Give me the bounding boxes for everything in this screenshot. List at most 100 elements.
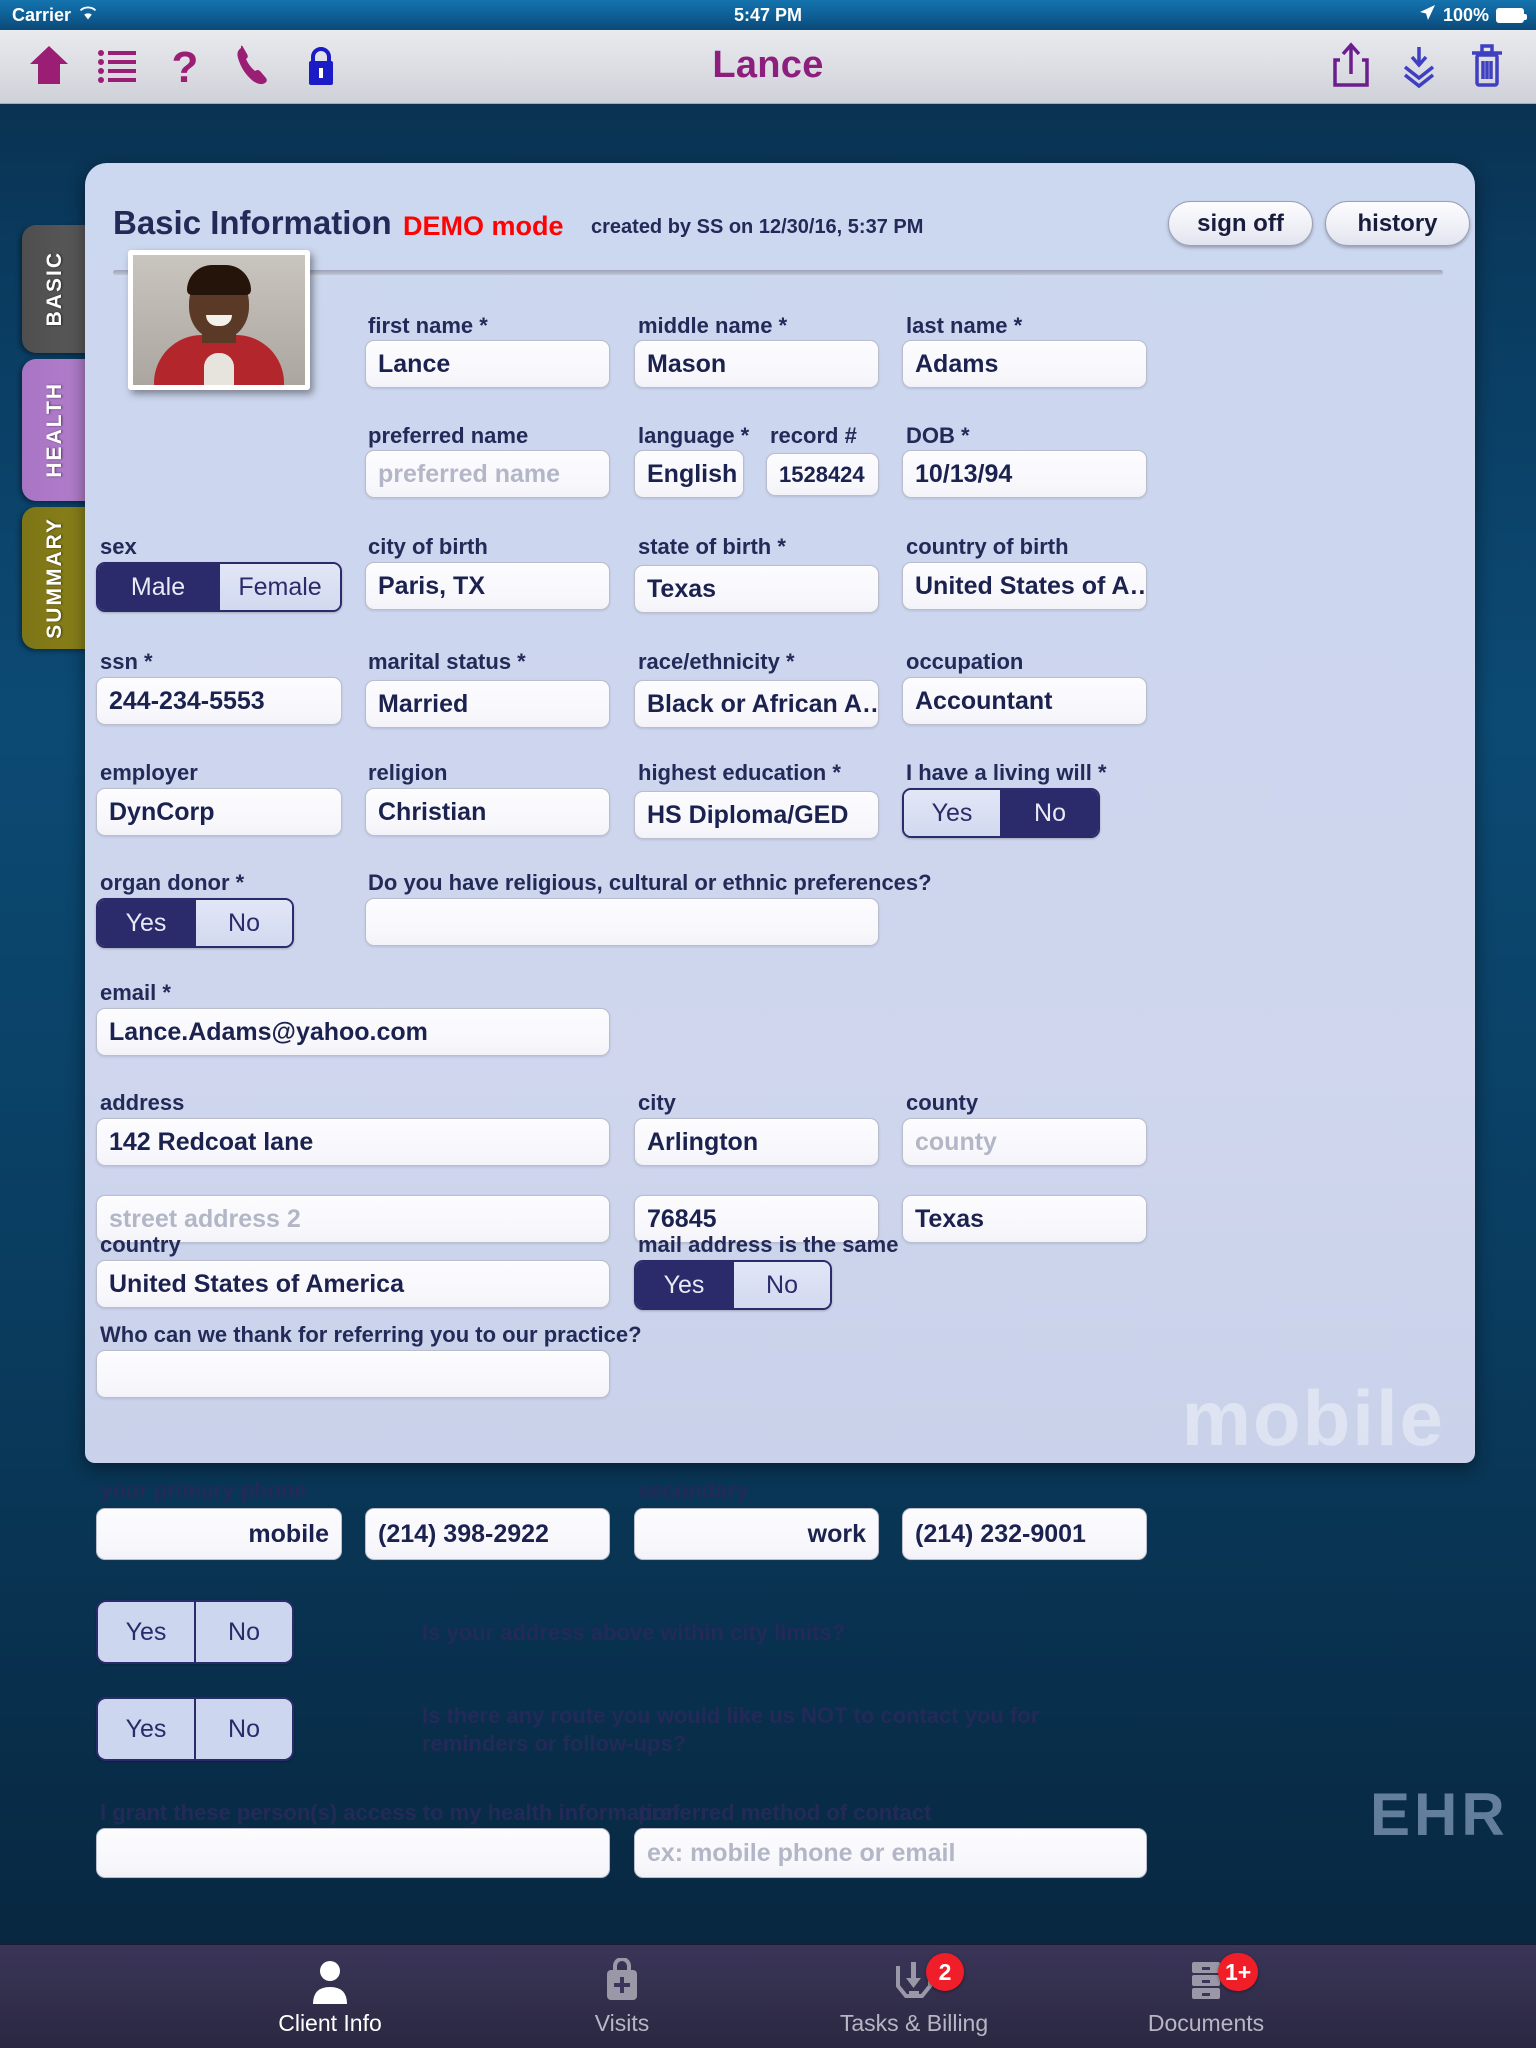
tab-tasks-billing[interactable]: 2 Tasks & Billing: [814, 1953, 1014, 2037]
header-divider: [113, 270, 1443, 275]
page-title: Basic Information: [113, 204, 392, 241]
preferred-contact-input[interactable]: ex: mobile phone or email: [634, 1828, 1147, 1878]
sex-option-female[interactable]: Female: [218, 564, 340, 610]
state-of-birth-input[interactable]: Texas: [634, 565, 879, 613]
card-header: Basic Information DEMO mode created by S…: [113, 201, 1470, 261]
country-of-birth-input[interactable]: United States of A…: [902, 562, 1147, 610]
ssn-input[interactable]: 244-234-5553: [96, 677, 342, 725]
employer-input[interactable]: DynCorp: [96, 788, 342, 836]
mail-address-same-segmented-control[interactable]: Yes No: [634, 1260, 832, 1310]
dob-input[interactable]: 10/13/94: [902, 450, 1147, 498]
sidebar-item-summary[interactable]: SUMMARY: [22, 507, 88, 649]
mail-same-option-yes[interactable]: Yes: [636, 1262, 732, 1308]
organ-donor-option-yes[interactable]: Yes: [98, 900, 194, 946]
tab-documents[interactable]: 1+ Documents: [1106, 1953, 1306, 2037]
address-input[interactable]: 142 Redcoat lane: [96, 1118, 610, 1166]
mail-address-same-label: mail address is the same: [638, 1232, 899, 1257]
religion-input[interactable]: Christian: [365, 788, 610, 836]
city-limits-option-no[interactable]: No: [194, 1602, 292, 1662]
primary-phone-type-input[interactable]: mobile: [96, 1508, 342, 1560]
sidebar-item-basic[interactable]: BASIC: [22, 225, 88, 353]
city-limits-segmented-control[interactable]: Yes No: [96, 1600, 294, 1664]
tab-visits[interactable]: Visits: [522, 1957, 722, 2037]
primary-phone-number-input[interactable]: (214) 398-2922: [365, 1508, 610, 1560]
marital-status-label: marital status *: [368, 649, 526, 674]
occupation-input[interactable]: Accountant: [902, 677, 1147, 725]
first-name-label: first name *: [368, 313, 488, 338]
nav-bar: ? Lance: [0, 30, 1536, 104]
county-input[interactable]: county: [902, 1118, 1147, 1166]
nav-bar-right-icons: [1328, 40, 1510, 90]
city-input[interactable]: Arlington: [634, 1118, 879, 1166]
sidebar-item-basic-label: BASIC: [43, 251, 66, 327]
email-label: email *: [100, 980, 171, 1005]
side-tab-strip: BASIC HEALTH SUMMARY: [22, 225, 92, 655]
ipad-screen: Carrier 5:47 PM 100% ? Lance BASIC HEALT…: [0, 0, 1536, 2048]
city-limits-option-yes[interactable]: Yes: [98, 1602, 194, 1662]
secondary-phone-number-input[interactable]: (214) 232-9001: [902, 1508, 1147, 1560]
no-contact-option-yes[interactable]: Yes: [98, 1699, 194, 1759]
sign-off-button[interactable]: sign off: [1168, 201, 1313, 246]
ssn-label: ssn *: [100, 649, 153, 674]
living-will-option-yes[interactable]: Yes: [904, 790, 1000, 836]
religion-label: religion: [368, 760, 448, 785]
country-input[interactable]: United States of America: [96, 1260, 610, 1308]
highest-education-input[interactable]: HS Diploma/GED: [634, 791, 879, 839]
living-will-segmented-control[interactable]: Yes No: [902, 788, 1100, 838]
tab-documents-label: Documents: [1147, 2010, 1265, 2036]
city-limits-question-label: Is your address above within city limits…: [422, 1620, 846, 1645]
preferred-name-label: preferred name: [368, 423, 529, 448]
sex-option-male[interactable]: Male: [98, 564, 218, 610]
state-of-birth-label: state of birth *: [638, 534, 786, 559]
referral-input[interactable]: [96, 1350, 610, 1398]
employer-label: employer: [100, 760, 198, 785]
sex-segmented-control[interactable]: Male Female: [96, 562, 342, 612]
no-contact-route-segmented-control[interactable]: Yes No: [96, 1697, 294, 1761]
last-name-input[interactable]: Adams: [902, 340, 1147, 388]
living-will-option-no[interactable]: No: [1000, 790, 1098, 836]
secondary-phone-type-input[interactable]: work: [634, 1508, 879, 1560]
trash-icon[interactable]: [1464, 40, 1510, 90]
tab-client-info-label: Client Info: [278, 2010, 382, 2036]
client-photo[interactable]: [128, 250, 310, 390]
address-label: address: [100, 1090, 185, 1115]
record-number-input[interactable]: 1528424: [766, 453, 879, 496]
secondary-phone-label: secondary: [638, 1478, 749, 1503]
no-contact-option-no[interactable]: No: [194, 1699, 292, 1759]
tab-visits-label: Visits: [594, 2010, 650, 2036]
city-of-birth-input[interactable]: Paris, TX: [365, 562, 610, 610]
status-bar-right: 100%: [1419, 4, 1527, 26]
preferred-contact-label: preferred method of contact: [638, 1800, 932, 1825]
nav-bar-title: Lance: [712, 44, 824, 86]
last-name-label: last name *: [906, 313, 1023, 338]
race-ethnicity-input[interactable]: Black or African A…: [634, 680, 879, 728]
first-name-input[interactable]: Lance: [365, 340, 610, 388]
email-input[interactable]: Lance.Adams@yahoo.com: [96, 1008, 610, 1056]
organ-donor-segmented-control[interactable]: Yes No: [96, 898, 294, 948]
medical-bag-icon: [522, 1957, 722, 2005]
sidebar-item-health[interactable]: HEALTH: [22, 359, 88, 501]
sidebar-item-summary-label: SUMMARY: [43, 517, 66, 639]
file-cabinet-icon: [1106, 1957, 1306, 2005]
middle-name-input[interactable]: Mason: [634, 340, 879, 388]
country-label: country: [100, 1232, 181, 1257]
grant-access-input[interactable]: [96, 1828, 610, 1878]
race-ethnicity-label: race/ethnicity *: [638, 649, 795, 674]
language-input[interactable]: English: [634, 450, 744, 498]
mail-same-option-no[interactable]: No: [732, 1262, 830, 1308]
share-icon[interactable]: [1328, 40, 1374, 90]
organ-donor-option-no[interactable]: No: [194, 900, 292, 946]
preferred-name-input[interactable]: preferred name: [365, 450, 610, 498]
state-input[interactable]: Texas: [902, 1195, 1147, 1243]
city-label: city: [638, 1090, 676, 1115]
status-bar-time: 5:47 PM: [733, 4, 803, 25]
battery-full-icon: [1496, 7, 1527, 23]
county-label: county: [906, 1090, 979, 1115]
created-by-label: created by SS on 12/30/16, 5:37 PM: [591, 216, 924, 238]
history-button[interactable]: history: [1325, 201, 1470, 246]
record-number-label: record #: [770, 423, 857, 448]
collapse-icon[interactable]: [1396, 40, 1442, 90]
religious-preferences-input[interactable]: [365, 898, 879, 946]
tab-client-info[interactable]: Client Info: [230, 1957, 430, 2037]
marital-status-input[interactable]: Married: [365, 680, 610, 728]
